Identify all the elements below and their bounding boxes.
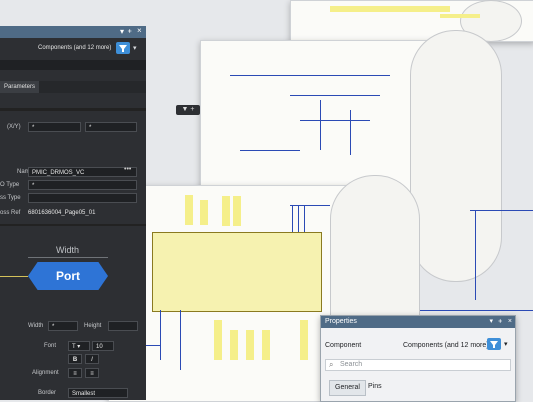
component-row: Components (and 12 more) ▾ [0, 40, 146, 58]
font-label: Font [44, 343, 57, 349]
schematic-wire [470, 210, 533, 211]
schematic-wire [475, 210, 476, 300]
more-options-icon[interactable]: ••• [124, 166, 131, 173]
align-center-button[interactable]: ≡ [85, 368, 99, 378]
schematic-wire [180, 310, 181, 370]
properties-titlebar: Properties ▾ ᚐ × [321, 316, 515, 328]
schematic-wire [298, 205, 299, 232]
properties-panel: Properties ▾ ᚐ × Component Components (a… [320, 315, 516, 402]
chevron-down-icon[interactable]: ▾ [133, 44, 137, 52]
location-x-field[interactable]: * [28, 122, 81, 132]
highlight-mark [262, 330, 270, 360]
properties-title: Properties [325, 318, 357, 325]
schematic-wire [320, 100, 321, 150]
filter-icon [490, 341, 498, 348]
location-y-field[interactable]: * [85, 122, 137, 132]
width-indicator [28, 257, 108, 258]
highlight-mark [230, 330, 238, 360]
font-picker[interactable]: T ▾ [68, 341, 90, 351]
tab-general[interactable]: General [329, 380, 366, 396]
cross-ref-label: oss Ref [0, 210, 21, 216]
bold-button[interactable]: B [68, 354, 82, 364]
highlight-mark [200, 200, 208, 225]
panel-menu-icon[interactable]: ▾ [489, 316, 493, 328]
name-field[interactable]: PMIC_DRMOS_VC [28, 167, 137, 177]
component-filter-value: Components (and 12 more) [38, 45, 112, 51]
component-filter-value: Components (and 12 more) [403, 342, 489, 349]
italic-button[interactable]: I [85, 354, 99, 364]
search-placeholder: Search [340, 361, 363, 368]
schematic-wire [160, 310, 161, 360]
schematic-wire [300, 120, 370, 121]
port-preview: Port [28, 262, 108, 290]
schematic-wire [290, 95, 380, 96]
schematic-ic-block [152, 232, 322, 312]
canvas-toolbar[interactable]: ▼ + [176, 105, 200, 115]
highlight-mark [440, 14, 480, 18]
location-label: (X/Y) [7, 124, 21, 130]
cross-ref-value: 6801636004_Page05_01 [28, 210, 96, 216]
height-label: Height [84, 323, 102, 329]
highlight-mark [300, 320, 308, 360]
panel-menu-icon[interactable]: ▾ [120, 27, 124, 36]
chevron-down-icon[interactable]: ▾ [504, 340, 508, 348]
highlight-mark [330, 6, 450, 12]
alignment-label: Alignment [32, 370, 59, 376]
component-label: Component [325, 342, 362, 349]
schematic-wire [240, 150, 300, 151]
filter-button[interactable] [116, 42, 130, 54]
schematic-wire [304, 205, 305, 232]
height-field[interactable] [108, 321, 138, 331]
width-heading: Width [56, 245, 80, 255]
harness-type-label: ss Type [0, 195, 21, 201]
tab-parameters[interactable]: Parameters [0, 81, 40, 93]
schematic-wire [350, 110, 351, 155]
highlight-mark [185, 195, 193, 225]
border-label: Border [38, 390, 57, 396]
close-icon[interactable]: × [508, 316, 512, 328]
border-select[interactable]: Smallest [68, 388, 128, 398]
highlight-mark [222, 196, 230, 226]
close-icon[interactable]: × [137, 26, 142, 35]
search-icon: ⌕ [329, 360, 334, 369]
section-divider [0, 224, 146, 226]
io-type-field[interactable]: * [28, 180, 137, 190]
dark-properties-panel: ▾ ᚐ × Components (and 12 more) ▾ Paramet… [0, 26, 146, 400]
filter-icon [119, 45, 127, 52]
width-field[interactable]: * [48, 321, 78, 331]
highlight-mark [246, 330, 254, 360]
panel-titlebar: ▾ ᚐ × [0, 26, 146, 38]
filter-button[interactable] [487, 338, 501, 350]
section-divider [0, 108, 146, 111]
highlight-mark [233, 196, 241, 226]
tab-pins[interactable]: Pins [363, 380, 387, 394]
search-bar[interactable] [0, 60, 146, 70]
highlight-mark [214, 320, 222, 360]
port-baseline [0, 276, 28, 277]
align-left-button[interactable]: ≡ [68, 368, 82, 378]
width-label: Width [28, 323, 44, 329]
pin-icon[interactable]: ᚐ [128, 27, 131, 35]
io-type-label: O Type [0, 182, 20, 188]
pin-icon[interactable]: ᚐ [499, 316, 502, 328]
schematic-wire [292, 205, 293, 232]
schematic-wire [290, 205, 330, 206]
harness-type-field[interactable] [28, 193, 137, 203]
search-input[interactable]: ⌕ Search [325, 359, 511, 371]
font-size-field[interactable]: 10 [92, 341, 114, 351]
schematic-wire [230, 75, 390, 76]
sheet-curl-middle [410, 30, 502, 282]
